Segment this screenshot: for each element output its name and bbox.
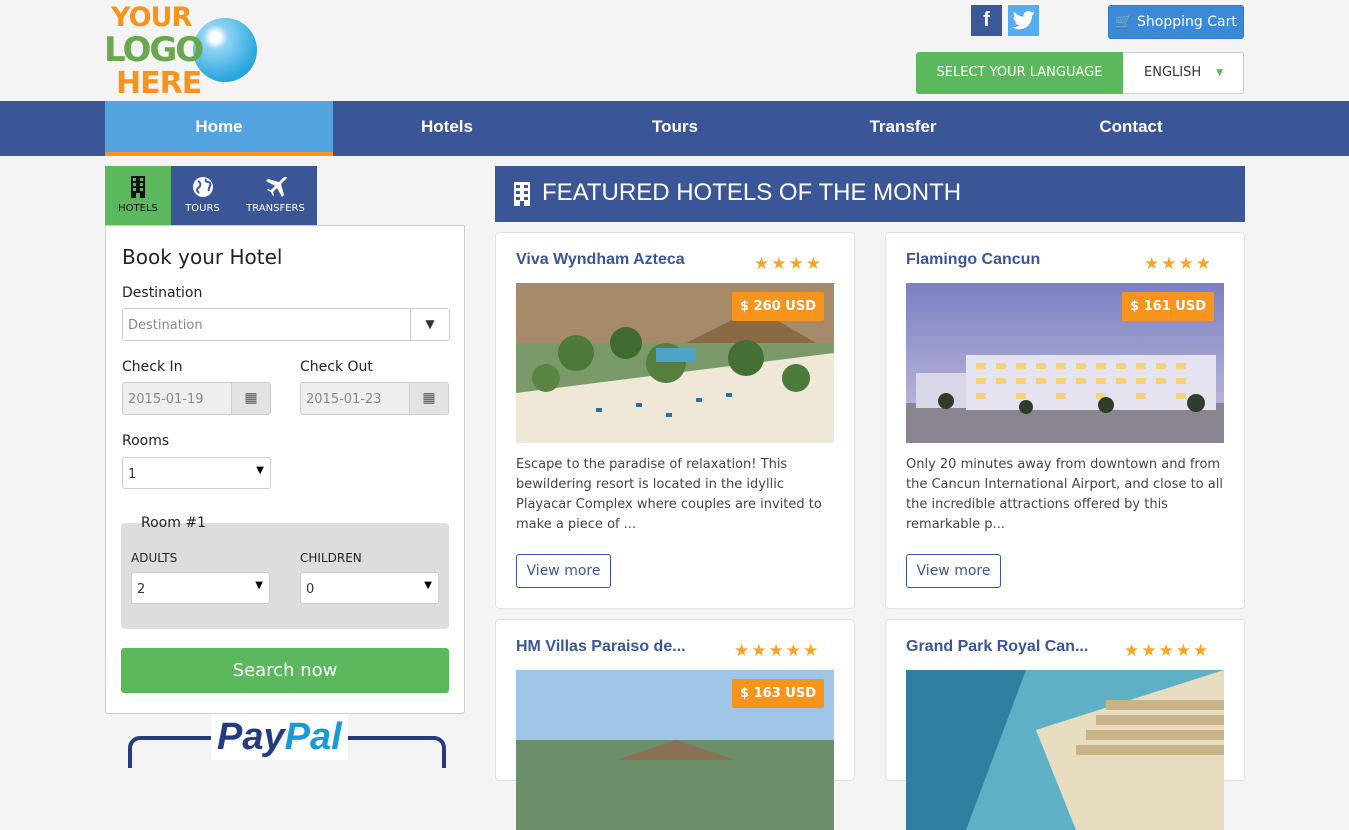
star-rating: ★★★★★ [734,641,821,661]
hotel-card: Grand Park Royal Can... ★★★★★ [885,619,1245,830]
price-badge: $ 260 USD [732,292,824,321]
adults-value: 2 [137,582,146,597]
featured-header: FEATURED HOTELS OF THE MONTH [495,166,1245,222]
star-rating: ★★★★ [1144,254,1213,274]
checkin-label: Check In [122,359,183,375]
logo-text-here: HERE [116,66,202,101]
hotel-description: Only 20 minutes away from downtown and f… [906,457,1223,532]
booking-form: Book your Hotel Destination Destination … [105,225,465,714]
hotel-card: Viva Wyndham Azteca ★★★★ $ 260 USD Escap… [495,232,855,609]
adults-select[interactable]: 2 ▼ [131,572,270,604]
twitter-icon[interactable] [1008,5,1039,36]
caret-down-icon: ▼ [1216,68,1223,78]
destination-label: Destination [122,285,203,301]
hotel-name[interactable]: HM Villas Paraiso de... [516,638,686,656]
tab-transfers[interactable]: TRANSFERS [234,166,317,225]
paypal-logo: PayPal [121,714,449,768]
checkout-value: 2015-01-23 [306,392,382,407]
logo-globe-icon [193,18,257,82]
facebook-icon[interactable]: f [971,5,1002,36]
star-rating: ★★★★ [754,254,823,274]
paypal-text-pay: Pay [217,716,285,758]
logo-text-logo: LOGO [104,30,204,70]
tab-tours[interactable]: TOURS [171,166,234,225]
hotel-name[interactable]: Viva Wyndham Azteca [516,251,685,269]
hotel-photo[interactable]: $ 161 USD [906,283,1224,443]
cart-icon: 🛒 [1115,14,1133,30]
adults-label: ADULTS [131,551,178,565]
hotel-card: Flamingo Cancun ★★★★ $ 161 USD Only 20 m… [885,232,1245,609]
caret-down-icon: ▼ [410,309,449,340]
tab-hotels[interactable]: HOTELS [105,166,171,225]
checkout-field[interactable]: 2015-01-23 ▦ [300,382,449,415]
rooms-select[interactable]: 1 ▼ [122,457,271,489]
calendar-icon[interactable]: ▦ [409,383,448,414]
select-language-button[interactable]: SELECT YOUR LANGUAGE [916,52,1123,94]
rooms-label: Rooms [122,433,170,449]
globe-icon [171,176,234,200]
tab-transfers-label: TRANSFERS [246,203,305,214]
hotel-name[interactable]: Flamingo Cancun [906,251,1040,269]
twitter-bird-icon [1011,11,1035,30]
hotel-photo[interactable]: $ 260 USD [516,283,834,443]
booking-title: Book your Hotel [122,245,283,269]
tab-tours-label: TOURS [185,203,220,214]
plane-icon [234,176,317,200]
children-select[interactable]: 0 ▼ [300,572,439,604]
nav-item-tours[interactable]: Tours [561,101,789,156]
language-selected: ENGLISH [1144,65,1202,80]
building-icon [105,176,171,200]
calendar-icon[interactable]: ▦ [231,383,270,414]
rooms-value: 1 [128,467,137,482]
hotel-name[interactable]: Grand Park Royal Can... [906,638,1088,656]
shopping-cart-button[interactable]: 🛒 Shopping Cart [1108,5,1244,39]
caret-down-icon: ▼ [255,580,263,591]
hotel-photo[interactable] [906,670,1224,830]
nav-item-home[interactable]: Home [105,101,333,156]
search-now-button[interactable]: Search now [121,648,449,693]
shopping-cart-label: Shopping Cart [1137,14,1237,30]
featured-title: FEATURED HOTELS OF THE MONTH [542,179,962,206]
nav-item-transfer[interactable]: Transfer [789,101,1017,156]
room-box: Room #1 ADULTS 2 ▼ CHILDREN 0 ▼ [121,515,449,629]
room-title: Room #1 [141,515,206,531]
caret-down-icon: ▼ [256,465,264,476]
star-rating: ★★★★★ [1124,641,1211,661]
building-icon [513,182,531,212]
hotel-description: Escape to the paradise of relaxation! Th… [516,457,822,532]
site-logo[interactable]: YOUR LOGO HERE [100,0,265,101]
view-more-button[interactable]: View more [516,554,611,588]
destination-select[interactable]: Destination ▼ [122,308,450,341]
nav-item-contact[interactable]: Contact [1017,101,1245,156]
children-value: 0 [306,582,315,597]
language-dropdown[interactable]: ENGLISH ▼ [1123,52,1244,94]
main-nav: Home Hotels Tours Transfer Contact [0,101,1349,156]
tab-hotels-label: HOTELS [118,203,158,214]
children-label: CHILDREN [300,551,362,565]
price-badge: $ 163 USD [732,679,824,708]
hotel-photo[interactable]: $ 163 USD [516,670,834,830]
checkin-value: 2015-01-19 [128,392,204,407]
resort-ocean-image [906,670,1224,830]
nav-item-hotels[interactable]: Hotels [333,101,561,156]
hotel-card: HM Villas Paraiso de... ★★★★★ $ 163 USD [495,619,855,830]
paypal-text-pal: Pal [284,716,342,758]
checkin-field[interactable]: 2015-01-19 ▦ [122,382,271,415]
checkout-label: Check Out [300,359,373,375]
search-tabs: HOTELS TOURS TRANSFERS [105,166,317,225]
view-more-button[interactable]: View more [906,554,1001,588]
price-badge: $ 161 USD [1122,292,1214,321]
caret-down-icon: ▼ [424,580,432,591]
destination-placeholder: Destination [128,318,203,333]
logo-text-your: YOUR [111,2,192,33]
